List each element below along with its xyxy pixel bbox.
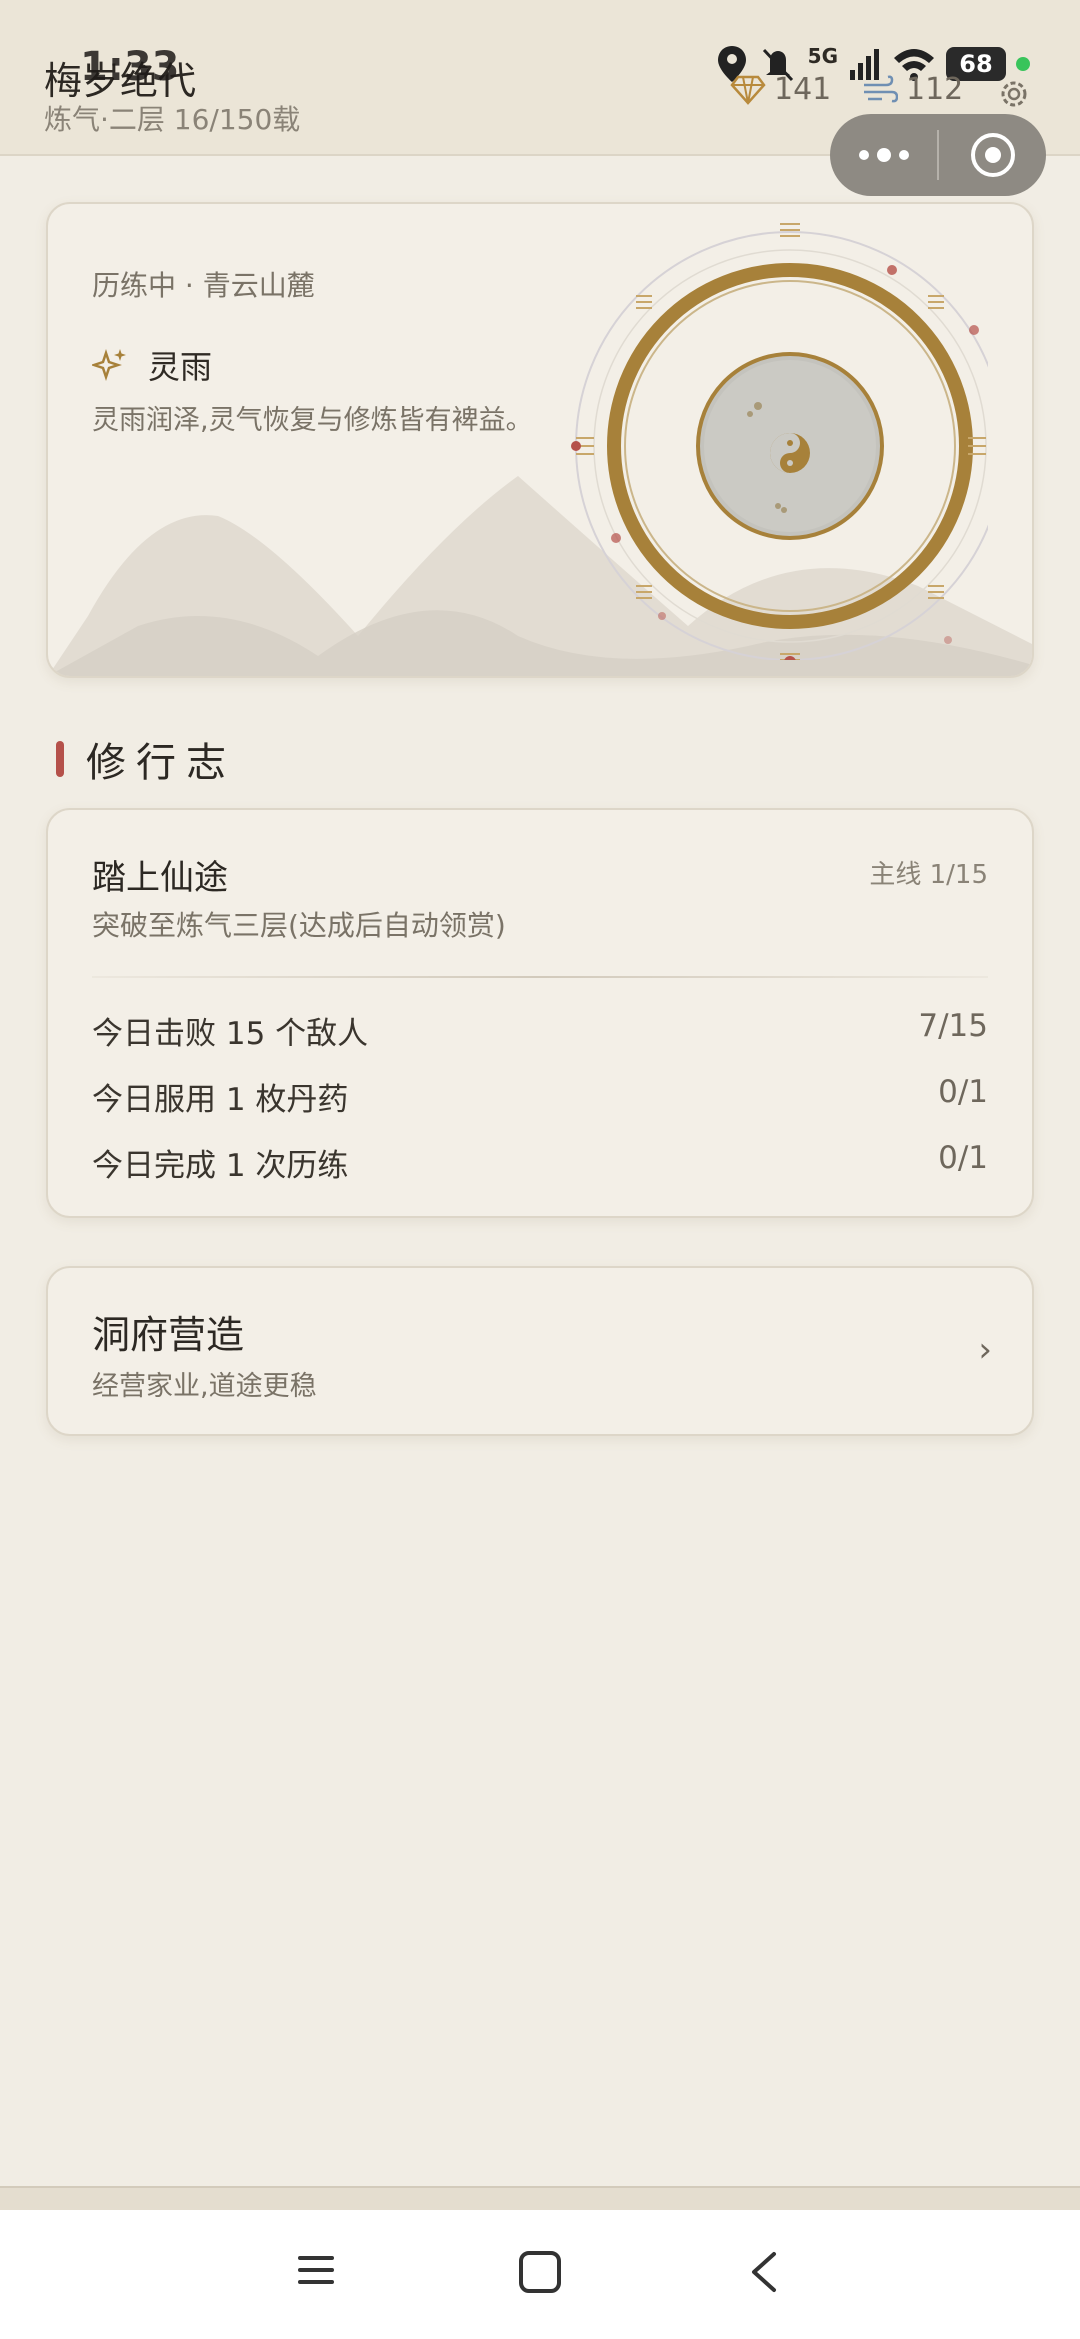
back-icon[interactable]	[746, 2250, 782, 2294]
cave-title: 洞府营造	[92, 1313, 245, 1357]
menu-icon[interactable]	[296, 2250, 336, 2290]
main-quest-title: 踏上仙途	[92, 858, 228, 898]
bagua-compass[interactable]	[568, 210, 988, 660]
bottom-tab-strip	[0, 2186, 1080, 2210]
cave-building-card[interactable]: 洞府营造 经营家业,道途更稳 ›	[46, 1266, 1034, 1436]
gear-icon[interactable]	[996, 76, 1032, 112]
scene-card[interactable]: 历练中 · 青云山麓 灵雨 灵雨润泽,灵气恢复与修炼皆有裨益。	[46, 202, 1034, 678]
section-accent-bar	[56, 741, 64, 777]
section-header: 修行志	[56, 730, 236, 788]
privacy-dot	[1016, 57, 1030, 71]
home-icon[interactable]	[518, 2250, 562, 2294]
main-quest-tag: 主线 1/15	[869, 860, 988, 890]
quest-card[interactable]: 踏上仙途 主线 1/15 突破至炼气三层(达成后自动领赏) 今日击败 15 个敌…	[46, 808, 1034, 1218]
daily-task-label: 今日击败 15 个敌人	[92, 1016, 369, 1052]
more-icon	[858, 148, 909, 162]
section-title: 修行志	[86, 740, 236, 786]
quest-divider	[92, 976, 988, 978]
cave-subtitle: 经营家业,道途更稳	[92, 1371, 317, 1402]
daily-task: 今日服用 1 枚丹药 0/1	[92, 1074, 988, 1119]
daily-task-label: 今日服用 1 枚丹药	[92, 1082, 349, 1118]
weather-row: 灵雨	[92, 342, 212, 388]
status-time: 1:33	[80, 44, 180, 90]
gem-counter: 141	[730, 72, 831, 107]
chevron-right-icon: ›	[978, 1330, 992, 1370]
wind-icon	[864, 75, 898, 102]
realm-progress: 炼气·二层 16/150载	[44, 103, 301, 136]
target-icon	[970, 133, 1015, 177]
more-button[interactable]	[830, 114, 937, 196]
network-type: 5G	[807, 44, 838, 68]
daily-task: 今日完成 1 次历练 0/1	[92, 1140, 988, 1185]
daily-task-progress: 7/15	[918, 1008, 988, 1044]
weather-name: 灵雨	[148, 348, 213, 386]
daily-task-progress: 0/1	[938, 1074, 988, 1110]
main-quest-description: 突破至炼气三层(达成后自动领赏)	[92, 909, 506, 942]
spirit-count: 112	[906, 72, 964, 107]
daily-task-progress: 0/1	[938, 1140, 988, 1176]
close-miniprogram-button[interactable]	[939, 114, 1046, 196]
weather-description: 灵雨润泽,灵气恢复与修炼皆有裨益。	[92, 405, 533, 436]
miniprogram-capsule	[830, 114, 1046, 196]
daily-task-label: 今日完成 1 次历练	[92, 1148, 349, 1184]
gem-icon	[730, 75, 766, 105]
sparkle-icon	[92, 349, 126, 381]
spirit-counter: 112	[862, 72, 963, 107]
daily-task: 今日击败 15 个敌人 7/15	[92, 1008, 988, 1053]
scene-status: 历练中 · 青云山麓	[92, 269, 315, 302]
system-nav-bar	[0, 2210, 1080, 2339]
gem-count: 141	[774, 72, 832, 107]
